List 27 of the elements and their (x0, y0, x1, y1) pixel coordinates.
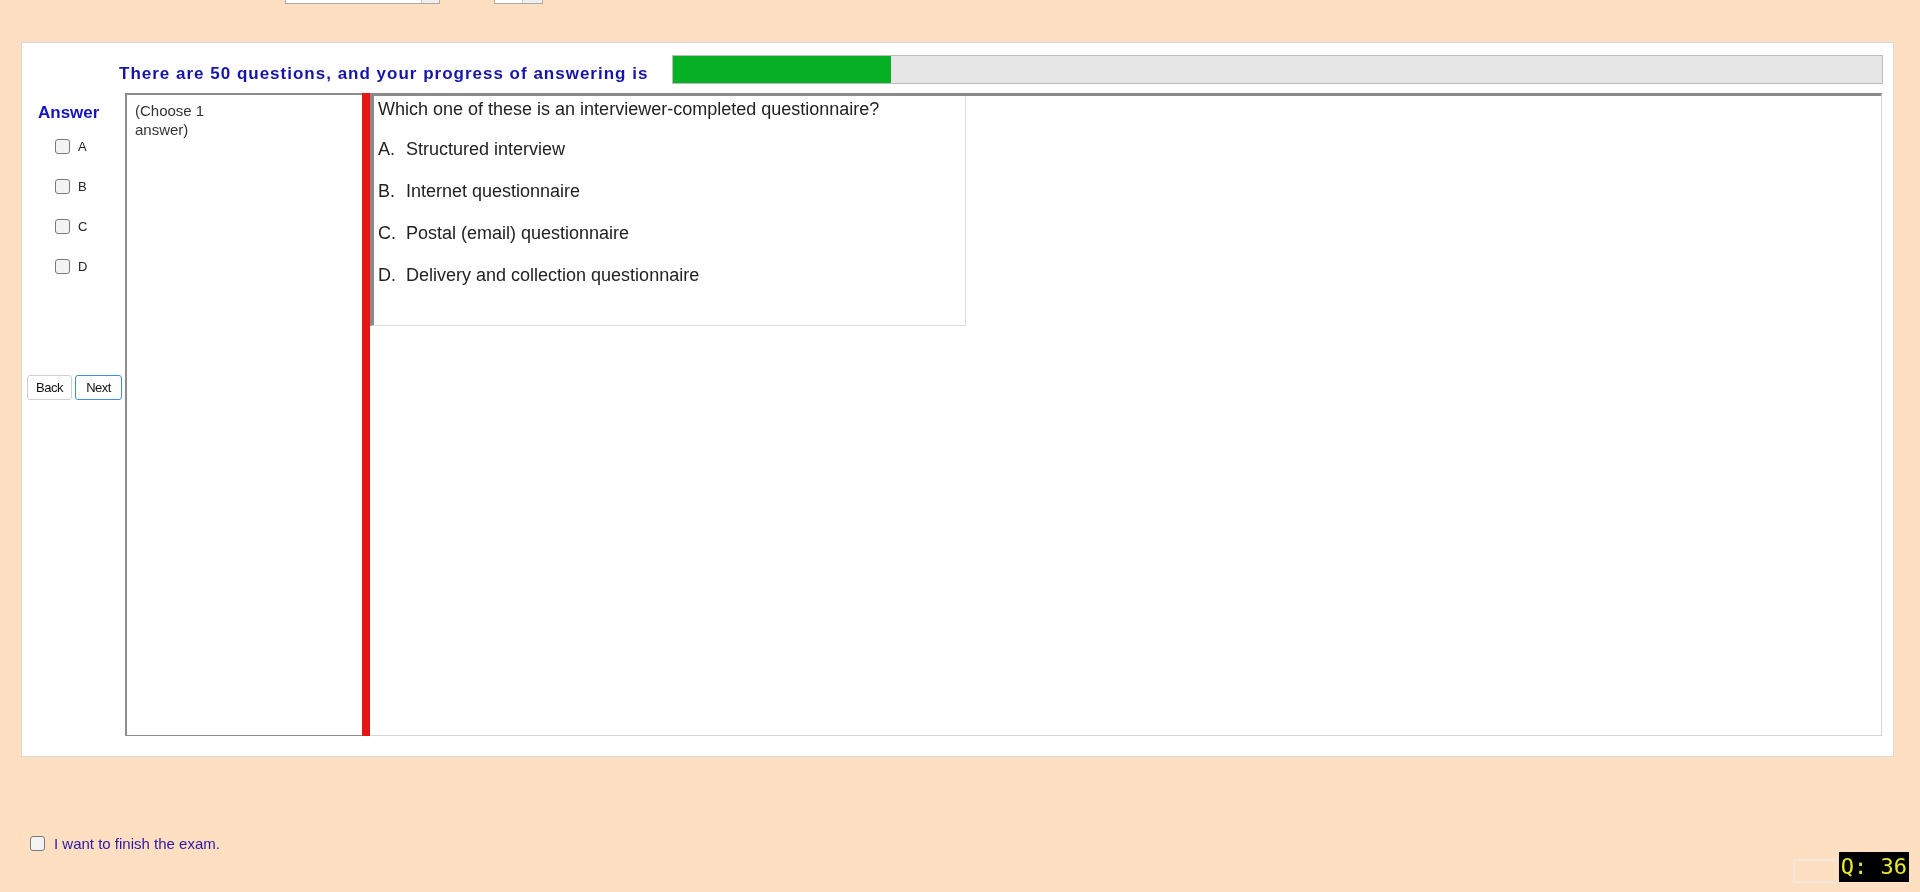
progress-label: There are 50 questions, and your progress of answering is (119, 64, 649, 84)
checkbox[interactable] (55, 219, 70, 234)
dropdown-field[interactable] (494, 0, 543, 4)
checkbox[interactable] (55, 179, 70, 194)
checkbox[interactable] (30, 836, 45, 851)
option-letter: D. (378, 265, 397, 286)
finish-label: I want to finish the exam. (54, 835, 220, 852)
option-label: B (78, 179, 87, 194)
next-button[interactable]: Next (75, 375, 122, 400)
option-letter: A. (378, 139, 396, 160)
option-label: A (78, 139, 87, 154)
option-text: Structured interview (406, 139, 566, 160)
question-number-badge: Q: 36 (1838, 852, 1909, 882)
option-letter: C. (378, 223, 397, 244)
dropdown-field[interactable] (285, 0, 440, 4)
instruction-text: (Choose 1 answer) (135, 101, 206, 139)
question-text: Which one of these is an interviewer-completed questionnaire? (378, 99, 880, 119)
option-text: Internet questionnaire (406, 181, 581, 202)
option-label: D (78, 259, 88, 274)
option-text: Delivery and collection questionnaire (406, 265, 700, 286)
option-letter: B. (378, 181, 396, 202)
checkbox[interactable] (55, 139, 70, 154)
back-button[interactable]: Back (27, 375, 72, 400)
answer-heading: Answer (37, 102, 101, 123)
checkbox[interactable] (55, 259, 70, 274)
option-text: Postal (email) questionnaire (406, 223, 630, 244)
option-label: C (78, 219, 88, 234)
